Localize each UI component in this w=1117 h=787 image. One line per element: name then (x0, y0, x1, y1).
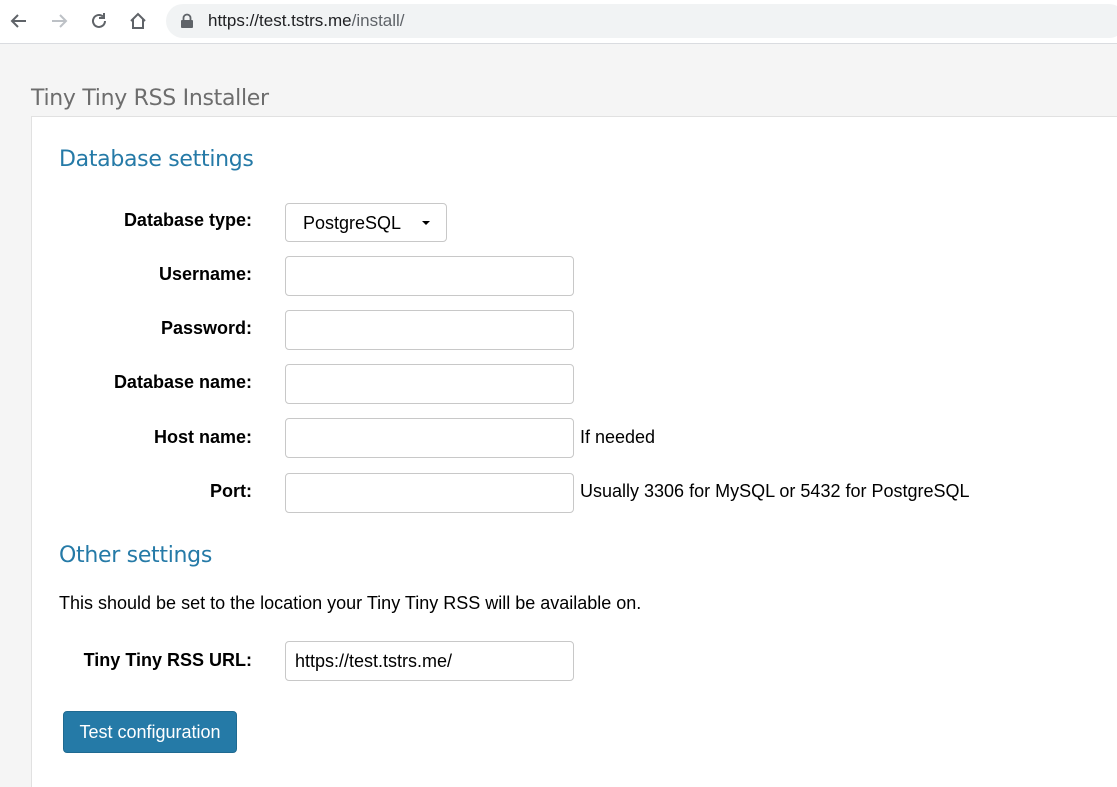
host-input[interactable] (285, 418, 574, 458)
reload-icon[interactable] (86, 8, 112, 34)
host-hint: If needed (580, 427, 656, 447)
lock-icon[interactable] (180, 13, 194, 29)
port-input[interactable] (285, 473, 574, 513)
db-type-value: PostgreSQL (303, 213, 402, 233)
db-type-select[interactable]: PostgreSQL (285, 203, 447, 242)
host-label: Host name: (153, 427, 252, 447)
home-icon[interactable] (125, 8, 151, 34)
ttrss-url-label: Tiny Tiny RSS URL: (83, 650, 252, 670)
url-path: /install/ (351, 11, 405, 30)
database-settings-heading: Database settings (59, 147, 254, 172)
page-title: Tiny Tiny RSS Installer (31, 86, 269, 111)
chevron-down-icon (422, 221, 430, 225)
address-bar[interactable]: https://test.tstrs.me/install/ (166, 4, 1117, 38)
url-description: This should be set to the location your … (59, 593, 642, 613)
ttrss-url-input[interactable] (285, 641, 574, 681)
db-name-label: Database name: (113, 372, 252, 392)
url-text[interactable]: https://test.tstrs.me/install/ (208, 11, 405, 31)
browser-toolbar: https://test.tstrs.me/install/ (0, 0, 1117, 44)
db-type-label: Database type: (123, 210, 252, 230)
port-label: Port: (210, 481, 252, 501)
password-label: Password: (160, 318, 252, 338)
username-label: Username: (158, 264, 252, 284)
forward-icon[interactable] (46, 8, 72, 34)
password-input[interactable] (285, 310, 574, 350)
db-name-input[interactable] (285, 364, 574, 404)
url-host: https://test.tstrs.me (208, 11, 352, 30)
back-icon[interactable] (6, 8, 32, 34)
username-input[interactable] (285, 256, 574, 296)
port-hint: Usually 3306 for MySQL or 5432 for Postg… (580, 481, 970, 501)
test-configuration-button[interactable]: Test configuration (63, 711, 237, 753)
other-settings-heading: Other settings (59, 543, 212, 568)
